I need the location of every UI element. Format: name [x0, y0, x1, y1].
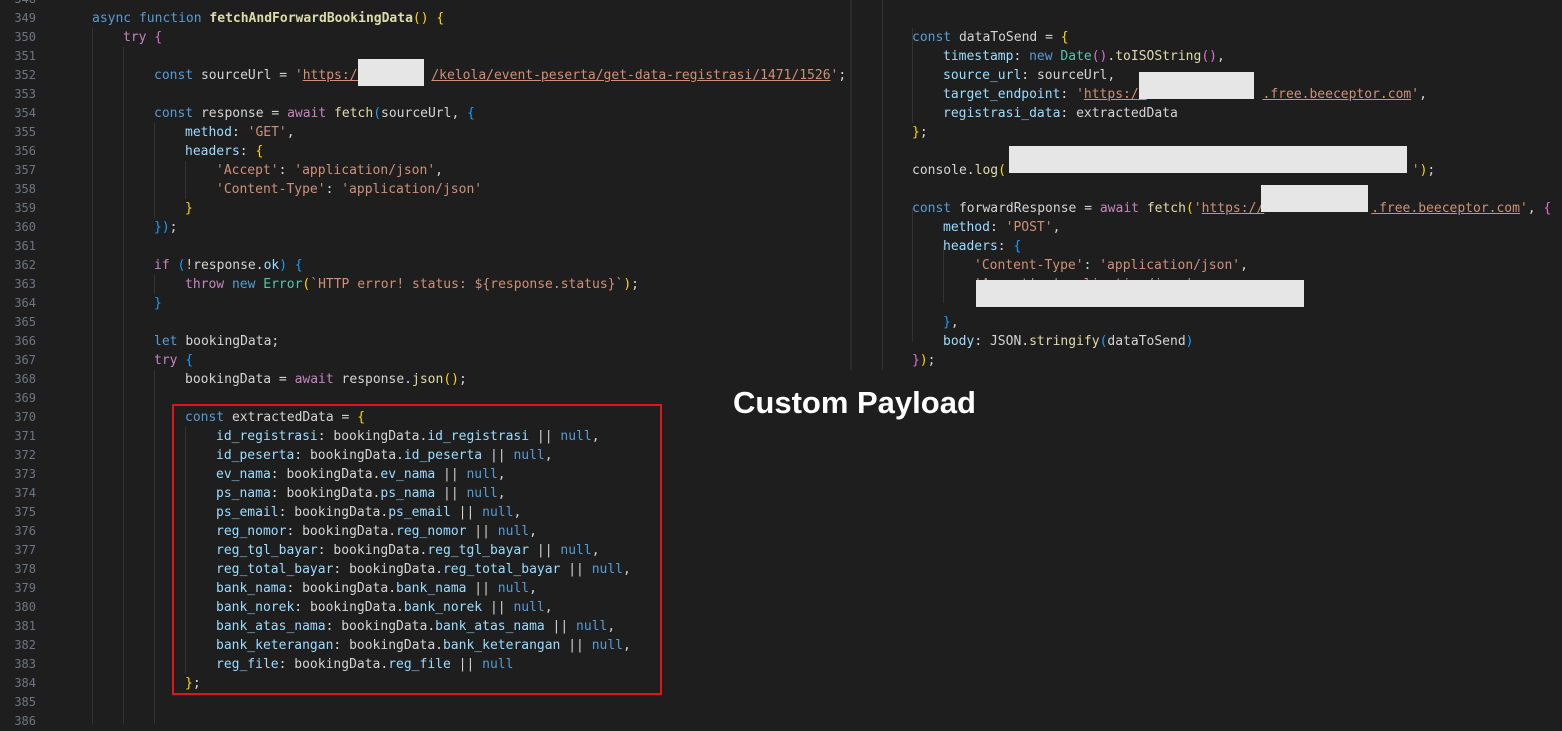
- code-line: 'Content-Type': 'application/json': [216, 182, 483, 197]
- line-number: 362: [14, 258, 36, 272]
- code-line: body: JSON.stringify(dataToSend): [943, 334, 1194, 349]
- code-line: let bookingData;: [154, 334, 280, 349]
- code-line: bookingData = await response.json();: [185, 372, 467, 387]
- line-number: 357: [14, 163, 36, 177]
- caption-custom-payload: Custom Payload: [733, 385, 976, 420]
- line-number: 378: [14, 562, 36, 576]
- line-number: 383: [14, 657, 36, 671]
- line-number: 348: [12, 0, 36, 9]
- indent-guide: [154, 275, 155, 294]
- code-line: headers: {: [185, 144, 264, 159]
- line-number: 382: [14, 638, 36, 652]
- indent-guide: [154, 370, 155, 724]
- indent-guide: [154, 123, 155, 218]
- extracted-data-highlight: [172, 404, 662, 695]
- code-line: const sourceUrl = 'https:///kelola/event…: [154, 68, 847, 83]
- indent-guide: [912, 208, 913, 341]
- line-number: 360: [14, 220, 36, 234]
- line-number: 374: [14, 486, 36, 500]
- indent-guide: [185, 161, 186, 199]
- code-line: timestamp: new Date().toISOString(),: [943, 49, 1225, 64]
- line-number: 370: [14, 410, 36, 424]
- line-number: 379: [14, 581, 36, 595]
- code-line: const forwardResponse = await fetch('htt…: [912, 201, 1552, 216]
- line-number: 376: [14, 524, 36, 538]
- line-number-gutter: 348 349 350 351 352 353 354 355 356 357 358 359 360 3…: [0, 0, 60, 728]
- line-number: 363: [14, 277, 36, 291]
- line-number: 380: [14, 600, 36, 614]
- redacted-block: [1009, 146, 1407, 173]
- line-number: 375: [14, 505, 36, 519]
- code-line: };: [912, 125, 928, 140]
- line-number: 351: [14, 49, 36, 63]
- redacted-block: [1261, 185, 1368, 212]
- code-line: }: [185, 201, 193, 216]
- line-number: 358: [14, 182, 36, 196]
- line-number: 369: [14, 391, 36, 405]
- code-line: const dataToSend = {: [912, 30, 1069, 45]
- line-number: 385: [14, 695, 36, 709]
- line-number: 373: [14, 467, 36, 481]
- code-line: source_url: sourceUrl,: [943, 68, 1116, 83]
- right-editor-pane[interactable]: const dataToSend = { timestamp: new Date(…: [852, 0, 1562, 370]
- line-number: 355: [14, 125, 36, 139]
- code-line: });: [154, 220, 178, 235]
- code-line: try {: [123, 30, 163, 45]
- code-line: 'Accept': 'application/json',: [216, 163, 443, 178]
- line-number: 384: [14, 676, 36, 690]
- line-number: 359: [14, 201, 36, 215]
- code-line: headers: {: [943, 239, 1022, 254]
- left-editor-pane[interactable]: 348 349 350 351 352 353 354 355 356 357 358 359 360 3…: [0, 0, 850, 728]
- code-line: if (!response.ok) {: [154, 258, 303, 273]
- code-line: const response = await fetch(sourceUrl, …: [154, 106, 475, 121]
- indent-guide: [882, 0, 883, 370]
- line-number: 377: [14, 543, 36, 557]
- line-number: 366: [14, 334, 36, 348]
- line-number: 354: [14, 106, 36, 120]
- code-line: 'Content-Type': 'application/json',: [974, 258, 1248, 273]
- code-line: try {: [154, 353, 194, 368]
- line-number: 361: [14, 239, 36, 253]
- redacted-block: [976, 280, 1304, 307]
- redacted-block: [358, 59, 424, 86]
- line-number: 367: [14, 353, 36, 367]
- line-number: 386: [14, 714, 36, 728]
- code-line: }: [154, 296, 162, 311]
- line-number: 372: [14, 448, 36, 462]
- line-number: 356: [14, 144, 36, 158]
- line-number: 381: [14, 619, 36, 633]
- code-line: registrasi_data: extractedData: [943, 106, 1178, 121]
- line-number: 353: [14, 87, 36, 101]
- line-number: 352: [14, 68, 36, 82]
- line-number: 364: [14, 296, 36, 310]
- code-line: },: [943, 315, 959, 330]
- line-number: 350: [14, 30, 36, 44]
- indent-guide: [123, 47, 124, 724]
- code-line: method: 'POST',: [943, 220, 1061, 235]
- line-number: 349: [14, 11, 36, 25]
- code-line: });: [912, 353, 936, 368]
- redacted-block: [1139, 72, 1254, 99]
- code-line: async function fetchAndForwardBookingDat…: [92, 11, 445, 26]
- line-number: 371: [14, 429, 36, 443]
- code-line: method: 'GET',: [185, 125, 295, 140]
- line-number: 365: [14, 315, 36, 329]
- code-line: throw new Error(`HTTP error! status: ${r…: [185, 277, 639, 292]
- indent-guide: [92, 28, 93, 724]
- line-number: 368: [14, 372, 36, 386]
